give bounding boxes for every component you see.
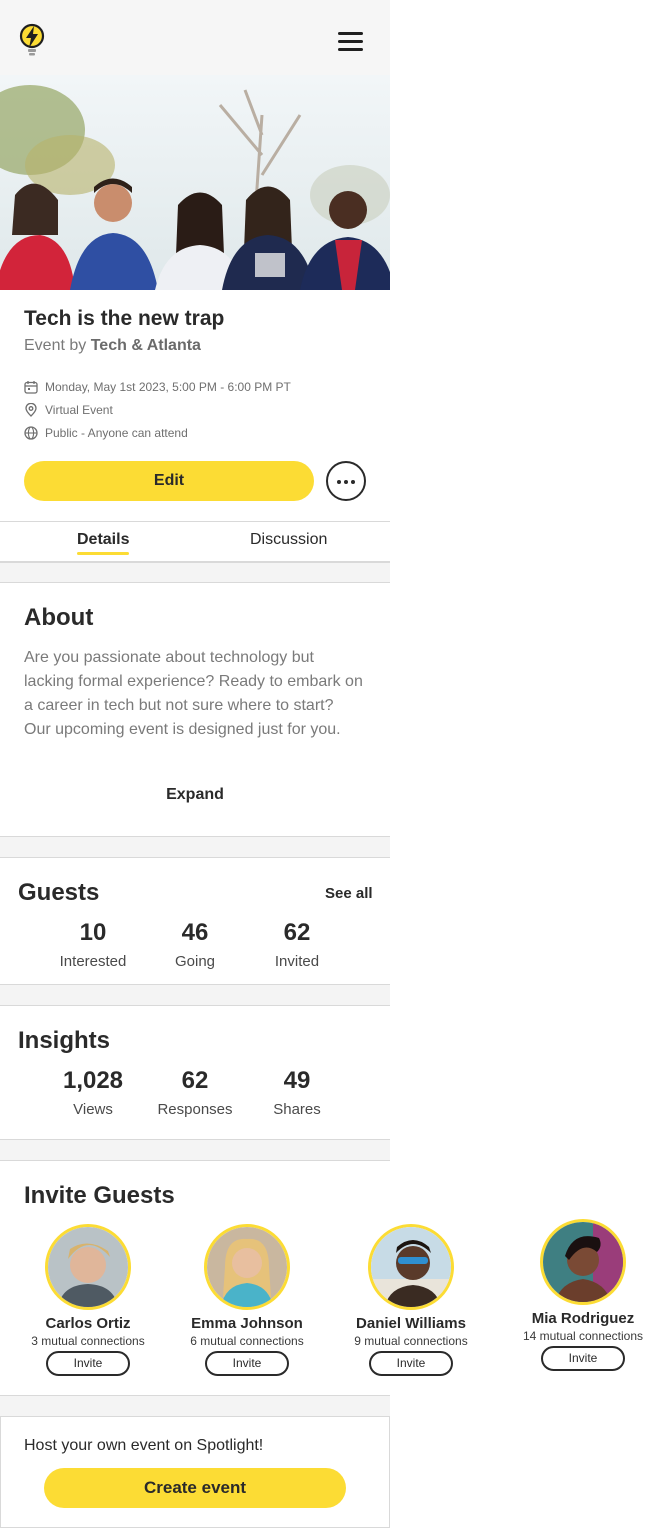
stat-value: 62 <box>181 1067 209 1094</box>
about-description: Are you passionate about technology but … <box>24 649 363 738</box>
event-cover-image <box>0 75 390 290</box>
tab-details[interactable]: Details <box>77 531 130 555</box>
guest-name: Emma Johnson <box>191 1315 303 1332</box>
insights-shares-stat: 49 Shares <box>247 1067 347 1118</box>
about-title: About <box>24 604 94 631</box>
stat-label: Views <box>73 1101 113 1118</box>
stat-value: 46 <box>181 919 209 946</box>
tab-discussion[interactable]: Discussion <box>250 531 327 549</box>
stat-value: 49 <box>283 1067 311 1094</box>
stat-label: Shares <box>273 1101 321 1118</box>
invite-card: Carlos Ortiz 3 mutual connections Invite <box>8 1224 168 1376</box>
top-bar <box>0 0 390 75</box>
section-divider <box>0 836 390 858</box>
invite-card: Mia Rodriguez 14 mutual connections Invi… <box>500 1219 655 1371</box>
globe-icon <box>24 426 38 440</box>
avatar[interactable] <box>204 1224 290 1310</box>
invite-card: Daniel Williams 9 mutual connections Inv… <box>331 1224 491 1376</box>
event-host-line: Event by Tech & Atlanta <box>24 337 201 355</box>
stat-value: 1,028 <box>62 1067 124 1094</box>
section-divider <box>0 1139 390 1161</box>
avatar[interactable] <box>540 1219 626 1305</box>
event-date: Monday, May 1st 2023, 5:00 PM - 6:00 PM … <box>45 380 291 394</box>
insights-responses-stat: 62 Responses <box>145 1067 245 1118</box>
event-by-prefix: Event by <box>24 337 87 354</box>
location-pin-icon <box>25 403 37 417</box>
stat-label: Interested <box>59 953 127 970</box>
avatar[interactable] <box>368 1224 454 1310</box>
invite-button[interactable]: Invite <box>46 1351 130 1376</box>
insights-views-stat: 1,028 Views <box>43 1067 143 1118</box>
invite-guests-title: Invite Guests <box>24 1182 175 1209</box>
guest-mutual-connections: 6 mutual connections <box>190 1334 304 1348</box>
lightbulb-bolt-icon[interactable] <box>18 22 46 58</box>
create-event-button[interactable]: Create event <box>44 1468 346 1508</box>
stat-value: 62 <box>283 919 311 946</box>
event-host-link[interactable]: Tech & Atlanta <box>91 337 201 354</box>
host-cta-text: Host your own event on Spotlight! <box>24 1437 264 1454</box>
expand-button[interactable]: Expand <box>0 786 390 804</box>
stat-label: Invited <box>274 953 320 970</box>
section-divider <box>0 1395 390 1417</box>
guest-mutual-connections: 9 mutual connections <box>354 1334 468 1348</box>
guest-mutual-connections: 3 mutual connections <box>31 1334 145 1348</box>
guest-name: Carlos Ortiz <box>45 1315 131 1332</box>
avatar[interactable] <box>45 1224 131 1310</box>
event-title: Tech is the new trap <box>24 307 225 330</box>
invite-button[interactable]: Invite <box>369 1351 453 1376</box>
event-privacy: Public - Anyone can attend <box>45 426 188 440</box>
invite-card: Emma Johnson 6 mutual connections Invite <box>167 1224 327 1376</box>
guest-name: Daniel Williams <box>356 1315 466 1332</box>
event-privacy-row: Public - Anyone can attend <box>24 424 188 442</box>
guests-invited-stat[interactable]: 62 Invited <box>247 919 347 970</box>
stat-label: Responses <box>157 1101 233 1118</box>
event-date-row: Monday, May 1st 2023, 5:00 PM - 6:00 PM … <box>24 378 291 396</box>
edit-button[interactable]: Edit <box>24 461 314 501</box>
guests-interested-stat[interactable]: 10 Interested <box>43 919 143 970</box>
invite-button[interactable]: Invite <box>541 1346 625 1371</box>
see-all-guests-link[interactable]: See all <box>325 885 373 902</box>
calendar-icon <box>24 381 38 394</box>
event-location: Virtual Event <box>45 403 113 417</box>
section-divider <box>0 984 390 1006</box>
invite-button[interactable]: Invite <box>205 1351 289 1376</box>
stat-label: Going <box>174 953 216 970</box>
guests-title: Guests <box>18 879 100 906</box>
stat-value: 10 <box>79 919 107 946</box>
event-location-row: Virtual Event <box>24 401 113 419</box>
guests-going-stat[interactable]: 46 Going <box>145 919 245 970</box>
guest-name: Mia Rodriguez <box>531 1310 635 1327</box>
event-tabs: Details Discussion <box>0 521 390 562</box>
hamburger-icon[interactable] <box>336 30 366 54</box>
guest-mutual-connections: 14 mutual connections <box>522 1329 644 1343</box>
section-divider <box>0 562 390 583</box>
more-options-button[interactable] <box>326 461 366 501</box>
insights-title: Insights <box>18 1027 111 1054</box>
